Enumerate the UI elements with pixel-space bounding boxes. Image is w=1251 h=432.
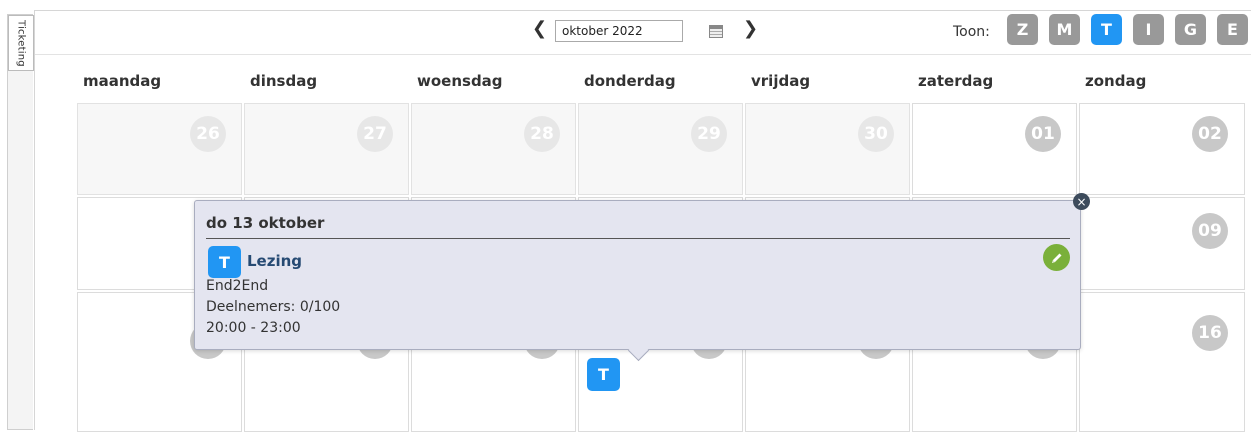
day-cell[interactable]: 16 (1079, 292, 1245, 432)
view-button-z[interactable]: Z (1007, 14, 1038, 45)
view-button-t[interactable]: T (1091, 14, 1122, 45)
day-number: 29 (691, 116, 727, 152)
event-venue: End2End (206, 278, 269, 294)
day-number: 28 (524, 116, 560, 152)
day-number: 09 (1192, 213, 1228, 249)
day-cell[interactable]: 30 (745, 103, 910, 195)
weekday-header: dinsdag (250, 72, 318, 90)
day-cell[interactable]: 29 (578, 103, 743, 195)
calendar-icon[interactable] (709, 25, 723, 38)
weekday-header: zaterdag (918, 72, 994, 90)
view-button-g[interactable]: G (1175, 14, 1206, 45)
close-icon[interactable]: × (1073, 193, 1090, 210)
calendar-panel: ❮ ❯ Toon: Z M T I G E maandag dinsdag wo… (34, 10, 1251, 432)
previous-month-button[interactable]: ❮ (532, 19, 547, 39)
view-button-m[interactable]: M (1049, 14, 1080, 45)
view-label: Toon: (953, 24, 990, 40)
event-time: 20:00 - 23:00 (206, 320, 301, 336)
calendar-toolbar: ❮ ❯ Toon: Z M T I G E (35, 11, 1251, 55)
month-input[interactable] (555, 20, 683, 42)
weekday-header: vrijdag (751, 72, 811, 90)
event-chip[interactable]: T (587, 358, 620, 391)
weekday-header: maandag (83, 72, 162, 90)
day-cell[interactable]: 28 (411, 103, 576, 195)
day-number: 30 (858, 116, 894, 152)
ticketing-tab-label: Ticketing (15, 19, 27, 67)
day-number: 16 (1192, 315, 1228, 351)
day-cell[interactable]: 27 (244, 103, 409, 195)
popover-date: do 13 oktober (206, 214, 325, 232)
event-type-badge: T (208, 246, 241, 278)
weekday-header: woensdag (417, 72, 503, 90)
divider (206, 238, 1070, 239)
weekday-header: donderdag (584, 72, 676, 90)
view-button-e[interactable]: E (1217, 14, 1248, 45)
day-number: 01 (1025, 116, 1061, 152)
edit-button[interactable] (1043, 244, 1070, 271)
day-cell[interactable]: 01 (912, 103, 1077, 195)
day-number: 26 (190, 116, 226, 152)
day-cell[interactable]: 09 (1079, 197, 1245, 290)
event-participants: Deelnemers: 0/100 (206, 299, 341, 315)
ticketing-tab[interactable]: Ticketing (8, 15, 34, 71)
next-month-button[interactable]: ❯ (743, 19, 758, 39)
day-cell[interactable]: 02 (1079, 103, 1245, 195)
day-number: 27 (357, 116, 393, 152)
view-button-i[interactable]: I (1133, 14, 1164, 45)
day-number: 02 (1192, 116, 1228, 152)
day-cell[interactable]: 26 (77, 103, 242, 195)
event-popover: × do 13 oktober T Lezing End2End Deelnem… (194, 193, 1090, 350)
side-panel-tab: Ticketing (7, 14, 34, 430)
pencil-icon (1051, 253, 1061, 263)
event-title-link[interactable]: Lezing (247, 252, 302, 270)
weekday-header: zondag (1085, 72, 1147, 90)
